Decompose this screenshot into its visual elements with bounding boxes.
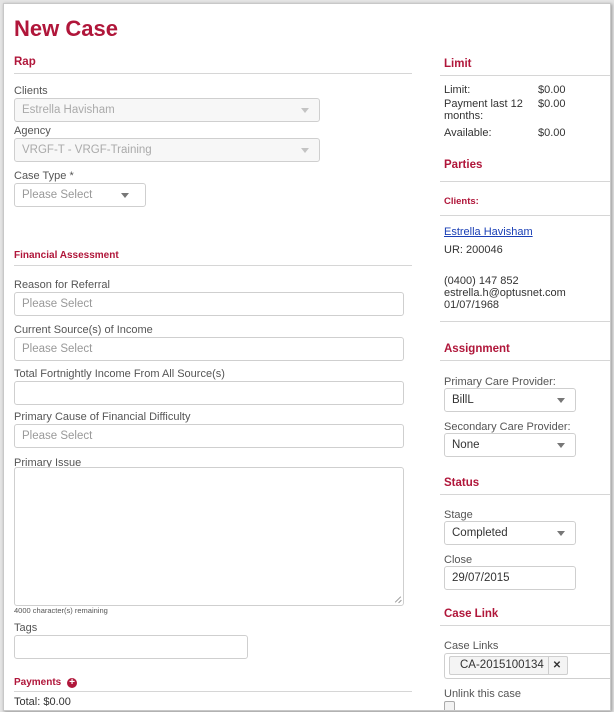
primary-issue-textarea[interactable] [14,467,404,606]
case-type-select[interactable]: Please Select [14,183,146,207]
add-payment-icon[interactable]: + [67,678,78,688]
payments-divider [14,691,412,692]
financial-divider [14,265,412,266]
tags-label: Tags [14,622,38,634]
tags-input[interactable] [14,635,248,659]
fortnightly-income-input[interactable] [14,381,404,405]
parties-divider [440,181,610,182]
chevron-down-icon [121,193,129,198]
chevron-down-icon [557,398,565,403]
case-link-divider [440,625,610,626]
payments-total: Total: $0.00 [14,696,71,708]
page-title: New Case [14,16,118,41]
character-count: 4000 character(s) remaining [14,606,108,615]
case-links-input[interactable]: CA-2015100134 ✕ [444,653,610,679]
rap-section-title: Rap [14,56,36,68]
close-date-input[interactable]: 29/07/2015 [444,566,576,590]
stage-select[interactable]: Completed [444,521,576,545]
close-label: Close [444,554,473,566]
unlink-case-label: Unlink this case [444,688,522,700]
stage-value: Completed [452,527,508,539]
case-type-label: Case Type * [14,170,74,182]
client-ur: UR: 200046 [444,244,503,256]
client-email: estrella.h@optusnet.com [444,287,566,299]
payment-last-12-months-value: $0.00 [538,98,566,110]
reason-for-referral-value: Please Select [22,298,93,310]
assignment-title: Assignment [444,343,510,355]
payments-title: Payments + [14,677,78,688]
secondary-care-provider-label: Secondary Care Provider: [444,421,571,433]
secondary-care-provider-select[interactable]: None [444,433,576,457]
parties-bottom-divider [440,321,610,322]
case-links-label: Case Links [444,640,499,652]
primary-care-provider-label: Primary Care Provider: [444,376,556,388]
unlink-case-checkbox[interactable] [444,701,455,710]
clients-heading-divider [440,215,610,216]
client-phone: (0400) 147 852 [444,275,519,287]
clients-heading: Clients: [444,196,479,207]
case-type-select-value: Please Select [22,189,93,201]
available-label: Available: [444,127,492,139]
agency-select[interactable]: VRGF-T - VRGF-Training [14,138,320,162]
reason-for-referral-label: Reason for Referral [14,279,110,291]
financial-difficulty-label: Primary Cause of Financial Difficulty [14,411,191,423]
limit-divider [440,75,610,76]
agency-label: Agency [14,125,51,137]
case-link-tag-label: CA-2015100134 [460,659,544,671]
fortnightly-income-label: Total Fortnightly Income From All Source… [14,368,225,380]
payments-title-label: Payments [14,677,62,688]
new-case-form: New Case Rap Clients Estrella Havisham A… [3,3,611,711]
financial-difficulty-select[interactable]: Please Select [14,424,404,448]
status-title: Status [444,477,480,489]
income-source-select[interactable]: Please Select [14,337,404,361]
resize-handle-icon[interactable] [394,596,401,603]
secondary-care-provider-value: None [452,439,480,451]
rap-divider [14,73,412,74]
limit-label: Limit: [444,84,471,96]
clients-select-value: Estrella Havisham [22,104,115,116]
client-dob: 01/07/1968 [444,299,500,311]
agency-select-value: VRGF-T - VRGF-Training [22,144,152,156]
primary-care-provider-value: BillL [452,394,474,406]
payment-last-12-months-label: Payment last 12 months: [444,98,523,122]
chevron-down-icon [557,443,565,448]
stage-label: Stage [444,509,473,521]
clients-select[interactable]: Estrella Havisham [14,98,320,122]
close-icon[interactable]: ✕ [547,657,561,674]
chevron-down-icon [301,148,309,153]
income-source-value: Please Select [22,343,93,355]
primary-care-provider-select[interactable]: BillL [444,388,576,412]
close-date-value: 29/07/2015 [452,572,510,584]
assignment-divider [440,360,610,361]
limit-title: Limit [444,58,472,70]
clients-label: Clients [14,85,48,97]
parties-title: Parties [444,159,483,171]
financial-difficulty-value: Please Select [22,430,93,442]
chevron-down-icon [557,531,565,536]
financial-assessment-title: Financial Assessment [14,250,119,261]
available-value: $0.00 [538,127,566,139]
reason-for-referral-select[interactable]: Please Select [14,292,404,316]
chevron-down-icon [301,108,309,113]
status-divider [440,494,610,495]
case-link-title: Case Link [444,608,499,620]
limit-value: $0.00 [538,84,566,96]
case-link-tag: CA-2015100134 ✕ [449,656,569,675]
client-name-link[interactable]: Estrella Havisham [444,226,533,238]
income-source-label: Current Source(s) of Income [14,324,153,336]
